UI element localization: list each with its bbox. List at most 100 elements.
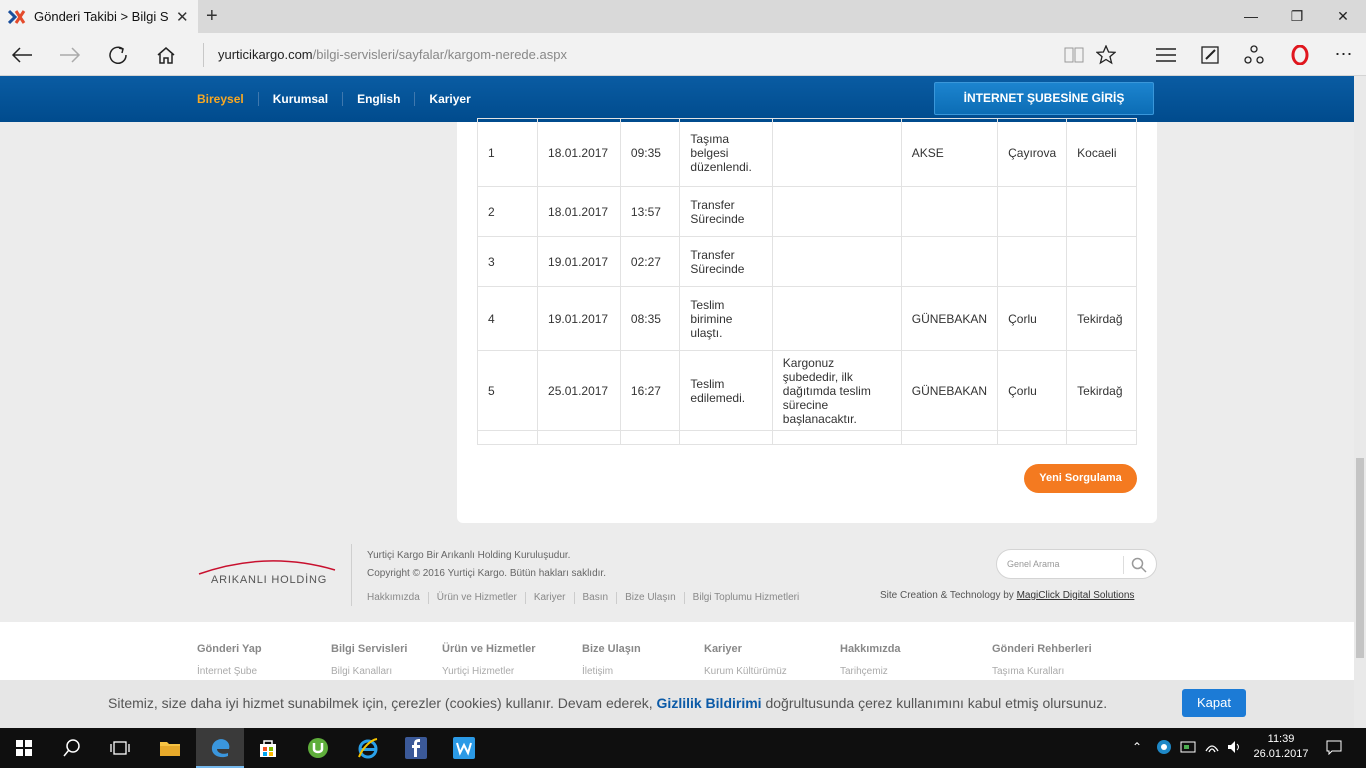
nav-english[interactable]: English xyxy=(357,92,416,106)
internet-branch-login-button[interactable]: İNTERNET ŞUBESİNE GİRİŞ xyxy=(934,82,1154,115)
opera-extension-icon[interactable] xyxy=(1280,33,1320,76)
window-close-icon[interactable]: ✕ xyxy=(1320,0,1366,33)
sitemap-link[interactable]: Bilgi Kanalları xyxy=(331,666,407,677)
sitemap-link[interactable]: Taşıma Kuralları xyxy=(992,666,1092,677)
cell-unit: AKSE xyxy=(900,118,999,187)
cell-date: 18.01.2017 xyxy=(537,186,621,237)
sitemap-heading[interactable]: Gönderi Rehberleri xyxy=(992,643,1092,655)
facebook-icon[interactable] xyxy=(392,728,440,768)
cell-status: Teslim edilemedi. xyxy=(679,350,773,431)
cell-status: Taşıma belgesi düzenlendi. xyxy=(679,118,773,187)
sitemap-link[interactable]: Yurtiçi Hizmetler xyxy=(442,666,536,677)
cell-no: 2 xyxy=(476,186,539,237)
table-spacer-row xyxy=(476,430,1137,445)
tracking-card: 1 18.01.2017 09:35 Taşıma belgesi düzenlend… xyxy=(457,118,1157,523)
internet-explorer-icon[interactable] xyxy=(344,728,392,768)
sitemap-heading[interactable]: Kariyer xyxy=(704,643,787,655)
credit-link[interactable]: MagiClick Digital Solutions xyxy=(1017,590,1135,601)
privacy-notice-link[interactable]: Gizlilik Bildirimi xyxy=(657,695,762,711)
wifi-icon[interactable] xyxy=(1204,739,1220,758)
store-icon[interactable] xyxy=(244,728,292,768)
sitemap-link[interactable]: Tarihçemiz xyxy=(840,666,901,677)
windows-start-icon[interactable] xyxy=(0,728,48,768)
cell-district: Çorlu xyxy=(997,286,1068,351)
search-icon[interactable] xyxy=(1131,557,1147,578)
footer-link[interactable]: Bize Ulaşın xyxy=(616,592,684,604)
cookie-text-before: Sitemiz, size daha iyi hizmet sunabilmek… xyxy=(108,695,653,711)
file-explorer-icon[interactable] xyxy=(146,728,194,768)
refresh-icon[interactable] xyxy=(98,33,138,76)
task-view-icon[interactable] xyxy=(96,728,144,768)
home-icon[interactable] xyxy=(146,33,186,76)
cell-time: 16:27 xyxy=(619,350,681,431)
more-options-icon[interactable]: ⋯ xyxy=(1324,33,1364,76)
browser-tab[interactable]: Gönderi Takibi > Bilgi S ✕ xyxy=(0,0,198,33)
footer-link[interactable]: Hakkımızda xyxy=(367,592,428,604)
general-search-input[interactable]: Genel Arama xyxy=(996,549,1157,579)
empty-cell xyxy=(619,430,681,445)
clock-time: 11:39 xyxy=(1267,733,1295,745)
tray-overflow-icon[interactable]: ⌃ xyxy=(1132,740,1142,754)
new-query-button[interactable]: Yeni Sorgulama xyxy=(1024,464,1137,493)
browser-address-bar: yurticikargo.com/bilgi-servisleri/sayfal… xyxy=(0,33,1366,76)
sitemap-heading[interactable]: Ürün ve Hizmetler xyxy=(442,643,536,655)
sitemap-heading[interactable]: Bize Ulaşın xyxy=(582,643,641,655)
cookie-close-button[interactable]: Kapat xyxy=(1182,689,1246,717)
cell-no: 4 xyxy=(476,286,539,351)
cookie-text-after: doğrultusunda çerez kullanımını kabul et… xyxy=(765,695,1108,711)
footer-link[interactable]: Basın xyxy=(573,592,617,604)
sitemap-link[interactable]: Kurum Kültürümüz xyxy=(704,666,787,677)
hub-icon[interactable] xyxy=(1146,33,1186,76)
sitemap-column: Bize Ulaşın İletişim xyxy=(582,643,641,677)
sitemap-heading[interactable]: Hakkımızda xyxy=(840,643,901,655)
nav-bireysel[interactable]: Bireysel xyxy=(197,92,259,106)
scrollbar-thumb[interactable] xyxy=(1356,458,1364,658)
volume-icon[interactable] xyxy=(1226,739,1242,758)
system-clock[interactable]: 11:39 26.01.2017 xyxy=(1252,732,1310,762)
tracking-row: 2 18.01.2017 13:57 Transfer Sürecinde xyxy=(476,186,1137,237)
tab-close-icon[interactable]: ✕ xyxy=(176,8,189,26)
web-note-icon[interactable] xyxy=(1190,33,1230,76)
cell-no: 3 xyxy=(476,236,539,287)
cell-date: 25.01.2017 xyxy=(537,350,621,431)
minimize-icon[interactable]: — xyxy=(1228,0,1274,33)
cell-note xyxy=(771,236,902,287)
footer-link[interactable]: Kariyer xyxy=(524,592,574,604)
search-divider xyxy=(1123,556,1124,574)
windows-taskbar: ⌃ 11:39 26.01.2017 xyxy=(0,728,1366,768)
new-tab-icon[interactable]: + xyxy=(206,5,218,28)
footer-link[interactable]: Ürün ve Hizmetler xyxy=(427,592,525,604)
cell-unit xyxy=(900,236,999,287)
utorrent-icon[interactable] xyxy=(294,728,342,768)
tray-device-icon[interactable] xyxy=(1180,739,1196,758)
search-icon[interactable] xyxy=(48,728,96,768)
cell-no: 5 xyxy=(476,350,539,431)
share-icon[interactable] xyxy=(1234,33,1274,76)
page-scrollbar[interactable] xyxy=(1354,76,1366,728)
back-icon[interactable] xyxy=(2,33,42,76)
arikanli-holding-logo: ARIKANLI HOLDİNG xyxy=(197,556,337,592)
sitemap-heading[interactable]: Gönderi Yap xyxy=(197,643,262,655)
sitemap-link[interactable]: İletişim xyxy=(582,666,641,677)
tray-app-icon[interactable] xyxy=(1156,739,1172,758)
address-field[interactable]: yurticikargo.com/bilgi-servisleri/sayfal… xyxy=(203,43,567,67)
favorite-star-icon[interactable] xyxy=(1086,33,1126,76)
notification-icon[interactable] xyxy=(1326,739,1342,758)
tracking-row: 5 25.01.2017 16:27 Teslim edilemedi. Kargonu… xyxy=(476,350,1137,431)
cell-time: 09:35 xyxy=(619,118,681,187)
footer-link[interactable]: Bilgi Toplumu Hizmetleri xyxy=(683,592,808,604)
cell-status: Teslim birimine ulaştı. xyxy=(679,286,773,351)
empty-cell xyxy=(997,430,1068,445)
writer-app-icon[interactable] xyxy=(440,728,488,768)
restore-icon[interactable]: ❐ xyxy=(1274,0,1320,33)
forward-icon[interactable] xyxy=(50,33,90,76)
nav-kurumsal[interactable]: Kurumsal xyxy=(273,92,344,106)
cell-note xyxy=(771,186,902,237)
nav-kariyer[interactable]: Kariyer xyxy=(429,92,484,106)
sitemap-link[interactable]: İnternet Şube xyxy=(197,666,262,677)
cell-date: 19.01.2017 xyxy=(537,286,621,351)
cell-time: 08:35 xyxy=(619,286,681,351)
footer-company-line: Yurtiçi Kargo Bir Arıkanlı Holding Kurul… xyxy=(367,550,571,561)
sitemap-heading[interactable]: Bilgi Servisleri xyxy=(331,643,407,655)
edge-browser-icon[interactable] xyxy=(196,728,244,768)
